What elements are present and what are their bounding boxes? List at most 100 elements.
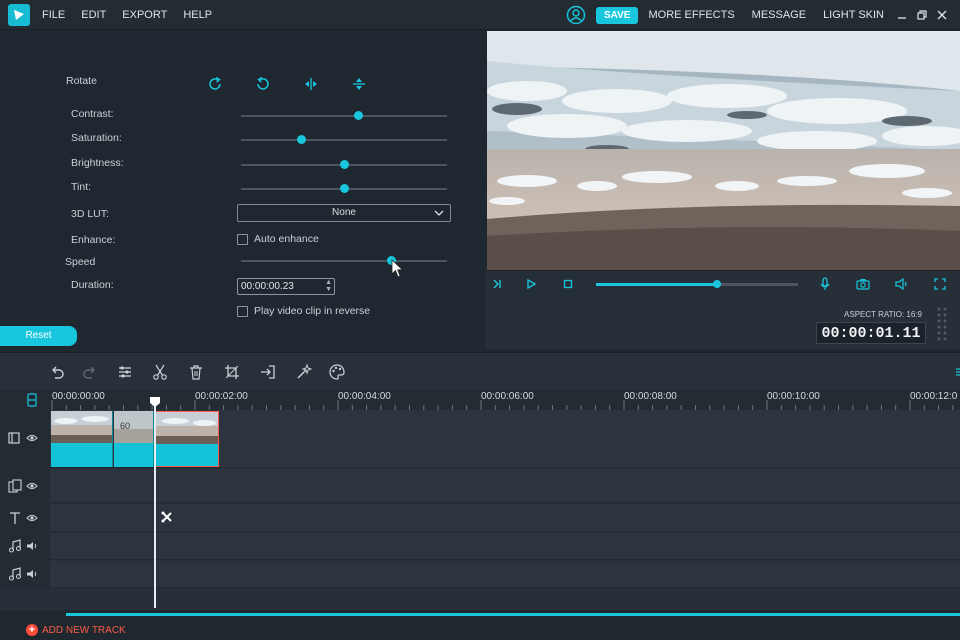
duration-stepper[interactable]: ▲ ▼	[325, 279, 332, 293]
video-track-header	[0, 410, 50, 468]
preview-frame-image	[487, 31, 960, 270]
volume-icon[interactable]	[894, 276, 910, 292]
delete-trash-icon[interactable]	[187, 363, 205, 381]
microphone-icon[interactable]	[817, 276, 833, 292]
video-clip[interactable]	[51, 411, 113, 467]
playhead-line[interactable]	[154, 398, 156, 608]
eye-icon[interactable]	[26, 513, 38, 523]
menu-export[interactable]: EXPORT	[122, 9, 167, 21]
text-track-header	[0, 504, 50, 532]
menu-help[interactable]: HELP	[183, 9, 212, 21]
lut-select-value: None	[332, 207, 356, 218]
video-track-icon	[8, 432, 20, 444]
more-effects-link[interactable]: MORE EFFECTS	[648, 9, 734, 21]
add-new-track-button[interactable]: + ADD NEW TRACK	[26, 624, 126, 636]
tint-slider-knob[interactable]	[340, 184, 349, 193]
audio-track-2-header	[0, 561, 50, 588]
ruler-label: 00:00:02:00	[195, 391, 248, 402]
export-frame-icon[interactable]	[259, 363, 277, 381]
app-logo	[8, 4, 30, 26]
snapshot-camera-icon[interactable]	[855, 276, 871, 292]
menu-file[interactable]: FILE	[42, 9, 65, 21]
tint-slider[interactable]	[241, 184, 447, 193]
aspect-ratio-label: ASPECT RATIO: 16:9	[844, 310, 922, 319]
minimize-icon[interactable]	[896, 9, 908, 21]
saturation-slider-knob[interactable]	[296, 135, 306, 144]
rotate-cw-icon[interactable]	[206, 75, 224, 93]
eye-icon[interactable]	[26, 433, 38, 443]
split-scissors-icon[interactable]	[161, 511, 173, 523]
enhance-label: Enhance:	[71, 234, 116, 246]
saturation-label: Saturation:	[71, 132, 122, 144]
aspect-ratio-area: ASPECT RATIO: 16:9 00:00:01.11	[485, 296, 960, 349]
toolbar-more-icon[interactable]	[950, 363, 960, 381]
brightness-slider-knob[interactable]	[340, 160, 349, 169]
ruler-label: 00:00:04:00	[338, 391, 391, 402]
chevron-down-icon	[434, 210, 444, 216]
menu-edit[interactable]: EDIT	[81, 9, 106, 21]
snap-magnet-icon[interactable]	[26, 393, 38, 407]
timeline-scrollbar[interactable]	[66, 613, 960, 616]
color-palette-icon[interactable]	[328, 363, 346, 381]
flip-vertical-icon[interactable]	[350, 75, 368, 93]
eye-icon[interactable]	[26, 481, 38, 491]
speaker-icon[interactable]	[26, 541, 38, 551]
ruler-label: 00:00:12:0	[910, 391, 958, 402]
redo-icon[interactable]	[81, 363, 99, 381]
ruler-label: 00:00:00:00	[52, 391, 105, 402]
light-skin-link[interactable]: LIGHT SKIN	[823, 9, 884, 21]
plus-icon: +	[26, 624, 38, 636]
brightness-slider[interactable]	[241, 160, 447, 169]
undo-icon[interactable]	[48, 363, 66, 381]
cut-scissors-icon[interactable]	[151, 363, 169, 381]
current-timecode: 00:00:01.11	[816, 322, 926, 344]
playback-progress-fill	[596, 283, 718, 286]
rotate-ccw-icon[interactable]	[254, 75, 272, 93]
stop-icon[interactable]	[560, 276, 576, 292]
speed-slider[interactable]	[241, 256, 447, 265]
timeline-tracks: 60	[0, 410, 960, 610]
reverse-checkbox[interactable]	[237, 306, 248, 317]
add-new-track-label: ADD NEW TRACK	[42, 624, 126, 636]
fullscreen-icon[interactable]	[932, 276, 948, 292]
ruler-label: 00:00:06:00	[481, 391, 534, 402]
lut-select[interactable]: None	[237, 204, 451, 222]
contrast-slider-knob[interactable]	[354, 111, 364, 120]
play-icon[interactable]	[523, 276, 539, 292]
auto-enhance-checkbox[interactable]	[237, 234, 248, 245]
user-account-icon[interactable]	[566, 5, 586, 25]
restore-icon[interactable]	[916, 9, 928, 21]
duration-input[interactable]: 00:00:00.23 ▲ ▼	[237, 278, 335, 295]
reset-button[interactable]: Reset	[0, 326, 77, 346]
playback-progress-bar[interactable]	[596, 280, 798, 288]
contrast-label: Contrast:	[71, 108, 114, 120]
contrast-slider[interactable]	[241, 111, 447, 120]
skip-to-start-icon[interactable]	[489, 276, 505, 292]
speaker-icon[interactable]	[26, 569, 38, 579]
timeline-ruler[interactable]: 00:00:00:00 00:00:02:00 00:00:04:00 00:0…	[0, 390, 960, 410]
panel-grip-icon[interactable]	[936, 306, 948, 342]
brightness-label: Brightness:	[71, 157, 124, 169]
audio-track-2	[50, 561, 960, 588]
magic-wand-icon[interactable]	[295, 363, 313, 381]
overlay-track-header	[0, 469, 50, 503]
save-button[interactable]: SAVE	[595, 6, 639, 24]
mouse-cursor-icon	[391, 259, 404, 278]
close-icon[interactable]	[936, 9, 948, 21]
video-preview	[487, 31, 960, 270]
flip-horizontal-icon[interactable]	[302, 75, 320, 93]
window-controls	[896, 9, 948, 21]
edit-panel: Rotate Contrast: Saturation: Brightness:…	[0, 31, 485, 349]
adjust-settings-icon[interactable]	[116, 363, 134, 381]
saturation-slider[interactable]	[241, 135, 447, 144]
timeline-footer: + ADD NEW TRACK	[0, 610, 960, 640]
message-link[interactable]: MESSAGE	[752, 9, 806, 21]
clip-speed-badge: 60	[120, 421, 131, 431]
clip-thumbnail	[156, 412, 218, 444]
video-editor-window: FILE EDIT EXPORT HELP SAVE MORE EFFECTS …	[0, 0, 960, 640]
rotate-controls	[206, 75, 368, 93]
crop-icon[interactable]	[223, 363, 241, 381]
transition-clip[interactable]: 60	[114, 411, 154, 467]
selected-video-clip[interactable]	[155, 411, 219, 467]
clip-thumbnail	[51, 411, 112, 443]
